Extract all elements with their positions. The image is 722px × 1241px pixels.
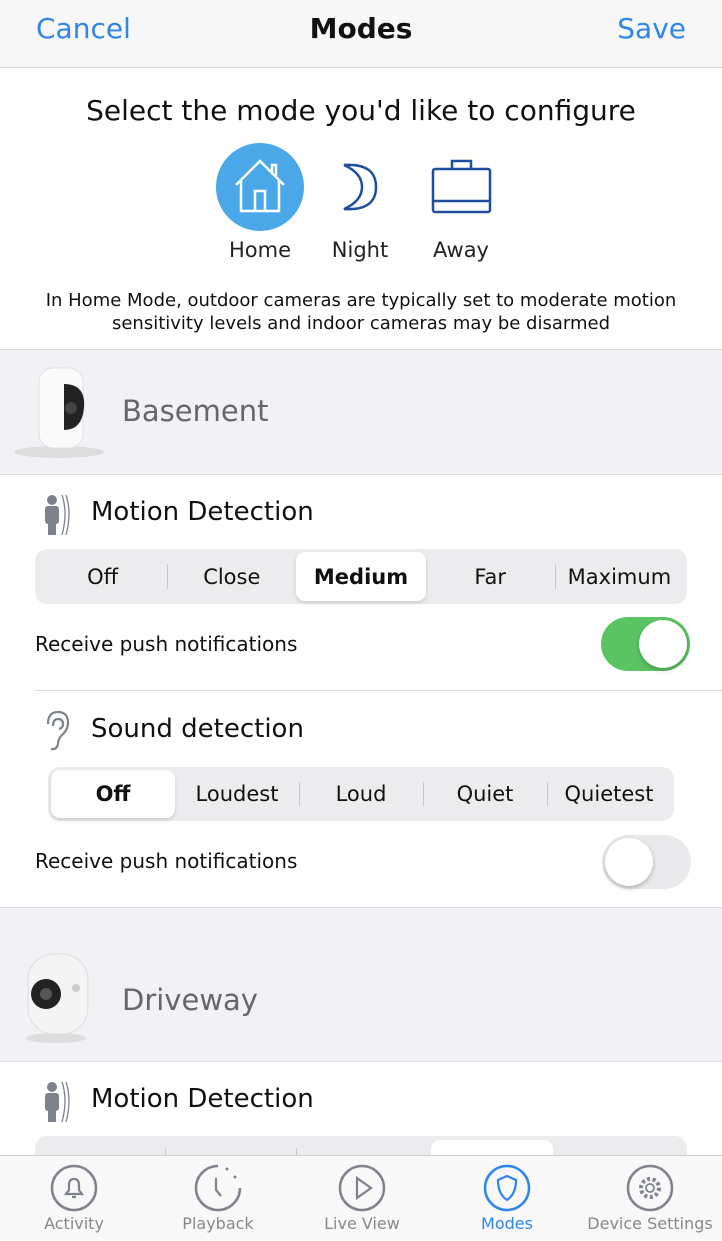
ear-icon [46, 710, 70, 751]
motion-option-off[interactable]: Off [38, 552, 167, 601]
sound-detection-title: Sound detection [91, 714, 304, 744]
sound-option-loud[interactable]: Loud [299, 770, 423, 818]
outdoor-camera-image [26, 953, 89, 1043]
bell-icon [50, 1164, 98, 1212]
house-icon [216, 143, 304, 231]
briefcase-icon [431, 159, 492, 214]
shield-icon [483, 1164, 531, 1212]
motion-option-medium[interactable]: Medium [296, 552, 426, 601]
mode-night-button[interactable] [316, 143, 404, 231]
tab-live-view[interactable]: Live View [290, 1156, 434, 1241]
nav-bar: Cancel Modes Save [0, 0, 722, 68]
page-title: Modes [309, 12, 413, 45]
sound-option-quiet[interactable]: Quiet [423, 770, 547, 818]
motion-sensitivity-segmented[interactable]: Off Close Medium Far Maximum [35, 549, 687, 604]
sound-push-toggle[interactable] [602, 835, 691, 889]
motion-option-far[interactable]: Far [426, 552, 555, 601]
tab-label: Playback [182, 1214, 254, 1233]
mode-description: In Home Mode, outdoor cameras are typica… [45, 290, 677, 334]
mode-away-button[interactable] [417, 143, 505, 231]
sound-sensitivity-segmented[interactable]: Off Loudest Loud Quiet Quietest [48, 767, 674, 821]
moon-icon [343, 163, 378, 211]
tab-activity[interactable]: Activity [2, 1156, 146, 1241]
tab-modes[interactable]: Modes [435, 1156, 579, 1241]
motion-person-icon [45, 1081, 70, 1123]
tab-label: Live View [324, 1214, 400, 1233]
indoor-camera-image [14, 367, 104, 458]
tab-label: Activity [44, 1214, 104, 1233]
motion-option-maximum[interactable]: Maximum [554, 552, 684, 601]
camera-header-basement[interactable]: Basement [0, 349, 722, 475]
sound-push-label: Receive push notifications [35, 849, 298, 873]
motion-detection-title: Motion Detection [91, 1084, 314, 1114]
tab-label: Modes [481, 1214, 533, 1233]
tab-bar: Activity Playback Live View Modes Device… [0, 1155, 722, 1240]
sound-option-loudest[interactable]: Loudest [175, 770, 299, 818]
motion-option-close[interactable]: Close [167, 552, 296, 601]
motion-detection-title: Motion Detection [91, 497, 314, 527]
divider [35, 690, 722, 691]
sound-option-quietest[interactable]: Quietest [547, 770, 671, 818]
tab-label: Device Settings [587, 1214, 713, 1233]
camera-name: Basement [122, 394, 269, 428]
motion-push-label: Receive push notifications [35, 632, 298, 656]
mode-away-label: Away [433, 238, 489, 262]
camera-header-driveway[interactable]: Driveway [0, 907, 722, 1062]
gear-icon [626, 1164, 674, 1212]
tab-playback[interactable]: Playback [146, 1156, 290, 1241]
clock-icon [194, 1164, 242, 1212]
camera-name: Driveway [122, 983, 258, 1017]
mode-home-button[interactable] [216, 143, 304, 231]
play-icon [338, 1164, 386, 1212]
save-button[interactable]: Save [617, 12, 686, 45]
motion-push-toggle[interactable] [601, 617, 690, 671]
motion-person-icon [45, 494, 70, 536]
sound-option-off[interactable]: Off [51, 770, 175, 818]
mode-prompt: Select the mode you'd like to configure [86, 94, 636, 127]
tab-device-settings[interactable]: Device Settings [578, 1156, 722, 1241]
